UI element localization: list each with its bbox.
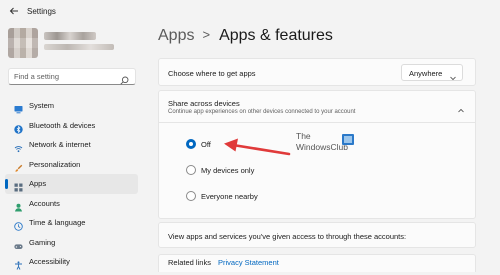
gamepad-icon <box>14 238 23 249</box>
breadcrumb: Apps > Apps & features <box>158 27 333 45</box>
sidebar-item-time-language[interactable]: Time & language <box>5 213 138 233</box>
sidebar-item-personalization[interactable]: Personalization <box>5 155 138 175</box>
radio-everyone-nearby[interactable]: Everyone nearby <box>186 191 306 203</box>
watermark-line1: The <box>296 131 311 141</box>
sidebar-item-label: Bluetooth & devices <box>29 120 96 130</box>
sidebar-item-label: Accounts <box>29 198 60 208</box>
where-to-get-apps-card: Choose where to get apps Anywhere <box>158 58 476 86</box>
breadcrumb-separator: > <box>202 27 211 42</box>
monitor-icon <box>14 101 23 114</box>
radio-label: Off <box>201 140 211 149</box>
sidebar-item-label: Time & language <box>29 218 86 227</box>
sidebar-item-gaming[interactable]: Gaming <box>5 233 138 253</box>
person-icon <box>14 199 23 211</box>
title-bar: Settings <box>0 0 500 24</box>
radio-off[interactable]: Off <box>186 139 306 151</box>
related-links: Related links Privacy Statement <box>158 254 476 272</box>
watermark-line2: WindowsClub <box>296 142 348 152</box>
breadcrumb-parent[interactable]: Apps <box>158 27 194 44</box>
search-icon[interactable] <box>120 72 129 85</box>
wifi-icon <box>14 140 23 153</box>
window-title: Settings <box>27 7 56 16</box>
dropdown-value: Anywhere <box>409 69 443 78</box>
accounts-access-card[interactable]: View apps and services you've given acce… <box>158 222 476 248</box>
brush-icon <box>14 160 23 172</box>
search-input[interactable] <box>14 70 118 83</box>
sidebar-item-accessibility[interactable]: Accessibility <box>5 252 138 272</box>
share-title: Share across devices <box>168 99 240 108</box>
radio-label: Everyone nearby <box>201 192 258 201</box>
watermark: The WindowsClub <box>296 131 356 161</box>
privacy-statement-link[interactable]: Privacy Statement <box>218 258 279 267</box>
where-to-get-apps-label: Choose where to get apps <box>168 69 256 78</box>
bluetooth-icon <box>14 121 23 134</box>
sidebar-item-label: Personalization <box>29 159 81 169</box>
watermark-logo-icon <box>342 132 354 145</box>
share-across-devices-header[interactable]: Share across devices Continue app experi… <box>159 91 475 123</box>
apps-icon <box>14 179 23 192</box>
sidebar-item-label: Accessibility <box>29 257 70 266</box>
avatar <box>8 28 38 58</box>
sidebar-item-bluetooth[interactable]: Bluetooth & devices <box>5 116 138 136</box>
page-title: Apps & features <box>219 27 333 44</box>
radio-my-devices-only[interactable]: My devices only <box>186 165 306 177</box>
sidebar-item-label: System <box>29 101 55 110</box>
app-source-dropdown[interactable]: Anywhere <box>401 64 463 81</box>
chevron-up-icon[interactable] <box>457 102 465 113</box>
accessibility-icon <box>14 257 23 270</box>
sidebar-nav: System Bluetooth & devices Network & int… <box>0 96 140 272</box>
sidebar-item-network[interactable]: Network & internet <box>5 135 138 155</box>
accounts-access-text: View apps and services you've given acce… <box>168 232 407 241</box>
sidebar-item-apps[interactable]: Apps <box>5 174 138 194</box>
radio-button[interactable] <box>186 191 196 201</box>
radio-button-checked[interactable] <box>186 139 196 149</box>
radio-button[interactable] <box>186 165 196 175</box>
sidebar-item-label: Apps <box>29 179 47 188</box>
sidebar-item-label: Network & internet <box>29 140 91 149</box>
sidebar-item-accounts[interactable]: Accounts <box>5 194 138 214</box>
related-links-title: Related links <box>168 258 211 267</box>
radio-label: My devices only <box>201 166 255 175</box>
search-box[interactable] <box>8 68 136 85</box>
share-subtitle: Continue app experiences on other device… <box>168 109 356 115</box>
sidebar-item-system[interactable]: System <box>5 96 138 116</box>
user-profile <box>8 28 128 62</box>
back-arrow-icon[interactable] <box>8 6 20 18</box>
globe-clock-icon <box>14 218 23 231</box>
sidebar-item-label: Gaming <box>29 237 56 247</box>
profile-email-blurred <box>44 44 114 50</box>
profile-name-blurred <box>44 32 96 40</box>
chevron-down-icon <box>449 69 457 81</box>
